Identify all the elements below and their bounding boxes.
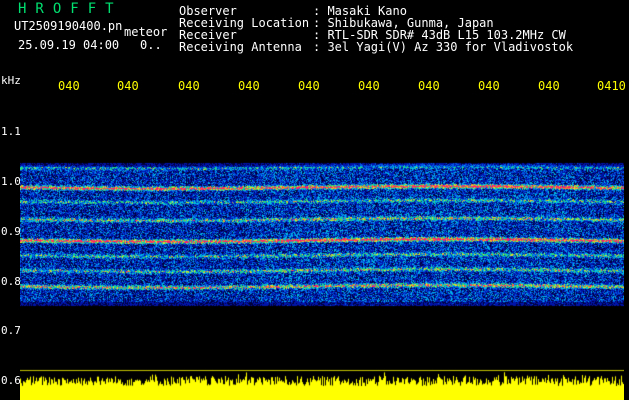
meteor-count: 0..: [140, 38, 162, 52]
freq-unit-label: kHz: [1, 74, 21, 87]
time-tick-10: 0410: [597, 79, 626, 93]
brand-title: HROFFT: [18, 1, 123, 17]
freq-tick-5: 0.7: [1, 324, 21, 337]
datetime-label: 25.09.19 04:00: [18, 38, 120, 52]
hrofft-screen: HROFFT UT2509190400.pn meteor 25.09.19 0…: [0, 0, 629, 400]
time-tick-7: 040: [418, 79, 440, 93]
antenna-value: : 3el Yagi(V) Az 330 for Vladivostok: [313, 40, 574, 54]
freq-tick-3: 0.9: [1, 225, 21, 238]
waterfall-spectrogram: [20, 95, 624, 400]
time-tick-6: 040: [358, 79, 380, 93]
time-tick-3: 040: [178, 79, 200, 93]
filename-label: UT2509190400.pn: [14, 19, 123, 33]
time-tick-5: 040: [298, 79, 320, 93]
time-tick-8: 040: [478, 79, 500, 93]
freq-tick-4: 0.8: [1, 275, 21, 288]
freq-tick-1: 1.1: [1, 125, 21, 138]
time-tick-1: 040: [58, 79, 80, 93]
antenna-key: Receiving Antenna: [179, 40, 302, 54]
time-tick-4: 040: [238, 79, 260, 93]
freq-tick-2: 1.0: [1, 175, 21, 188]
time-tick-2: 040: [117, 79, 139, 93]
meteor-label: meteor: [124, 25, 168, 39]
time-tick-9: 040: [538, 79, 560, 93]
freq-tick-6: 0.6: [1, 374, 21, 387]
